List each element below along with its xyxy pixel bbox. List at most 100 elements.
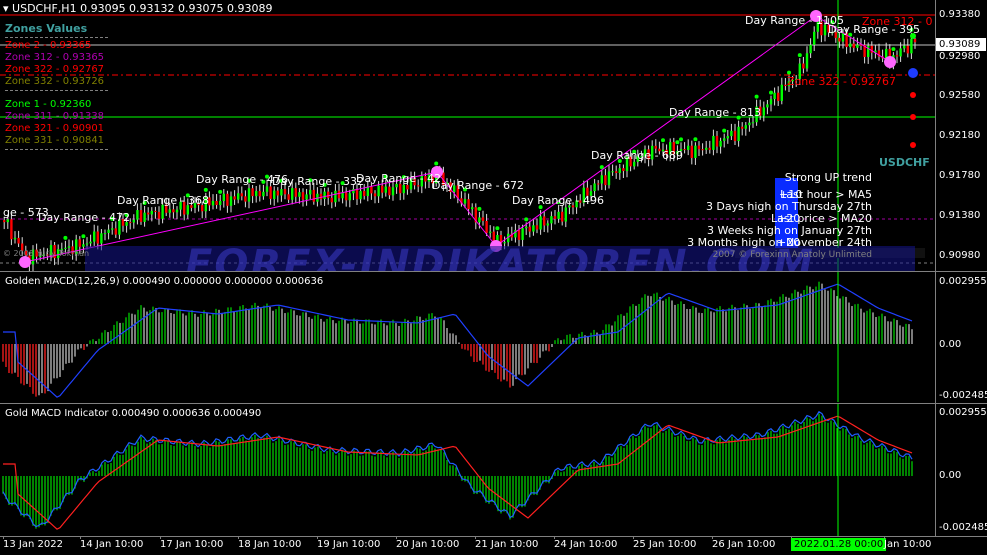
candle-body — [733, 130, 737, 142]
candle-body — [751, 122, 755, 124]
candle-body — [402, 184, 405, 194]
trend-dot — [797, 53, 802, 58]
price-axis[interactable] — [935, 0, 987, 536]
candle-body — [467, 199, 470, 210]
day-range-label: Day Range - 332 — [272, 175, 365, 188]
candle-body — [805, 53, 809, 69]
candle-body — [597, 183, 600, 185]
signal-dot-red-3 — [910, 142, 916, 148]
candle-body — [489, 231, 492, 233]
candle-body — [10, 219, 13, 240]
candle-body — [370, 186, 373, 194]
gold-macd-pane[interactable]: Gold MACD Indicator 0.000490 0.000636 0.… — [0, 404, 935, 536]
zone-value: Zone 321 - 0.90901 — [5, 123, 105, 134]
candle-body — [222, 193, 225, 201]
candle-body — [262, 191, 265, 197]
zone-value: Zone 312 - 0.93365 — [5, 52, 105, 63]
signal-dot-blue — [908, 68, 918, 78]
trend-dot — [434, 161, 439, 166]
candle-body — [773, 92, 776, 100]
candle-body — [273, 190, 276, 199]
time-label: 14 Jan 10:00 — [80, 539, 144, 550]
candle-body — [780, 84, 783, 101]
trend-dot — [679, 137, 683, 142]
price-tick: 0.93380 — [939, 9, 981, 20]
price-chart-pane[interactable]: FOREX-INDIKATOREN.COM ▾ USDCHF,H1 0.9309… — [0, 0, 935, 284]
trend-dot — [203, 187, 208, 192]
candle-body — [478, 217, 481, 223]
gold-macd-header: Gold MACD Indicator 0.000490 0.000636 0.… — [5, 408, 262, 419]
candle-body — [139, 210, 143, 222]
candle-body — [913, 38, 917, 43]
candle-body — [611, 171, 614, 173]
macd-signal-line — [3, 415, 913, 530]
candle-body — [607, 171, 611, 186]
golden-macd-pane[interactable]: Golden MACD(12,26,9) 0.000490 0.000000 0… — [0, 272, 935, 402]
candle-body — [96, 231, 99, 244]
candle-body — [3, 220, 6, 223]
day-range-label: Day Range - 472 — [38, 211, 131, 224]
trend-dot — [63, 235, 68, 240]
chart-header: ▾ USDCHF,H1 0.93095 0.93132 0.93075 0.93… — [3, 2, 273, 15]
candle-body — [172, 209, 175, 213]
candle-body — [809, 44, 812, 54]
candle-body — [78, 239, 81, 247]
candle-body — [593, 183, 596, 192]
candle-body — [543, 216, 546, 226]
day-range-label: Day Range - 496 — [512, 194, 605, 207]
candle-body — [525, 226, 528, 229]
candle-body — [802, 63, 805, 69]
candle-body — [381, 185, 384, 193]
candle-body — [85, 243, 89, 245]
candle-body — [334, 190, 337, 203]
candle-body — [211, 200, 215, 206]
time-label: 17 Jan 10:00 — [160, 539, 224, 550]
candle-body — [553, 216, 557, 219]
candle-body — [719, 140, 722, 147]
candle-body — [838, 37, 841, 42]
candle-body — [485, 220, 488, 233]
candle-body — [283, 189, 287, 195]
candle-body — [323, 191, 326, 200]
time-axis-border — [0, 536, 987, 537]
candle-body — [132, 219, 135, 223]
candle-body — [337, 190, 341, 199]
info-symbol: USDCHF — [879, 156, 930, 169]
candle-body — [6, 219, 9, 223]
candle-body — [107, 229, 110, 234]
candle-body — [168, 209, 171, 213]
trend-dot — [787, 70, 791, 75]
candle-body — [539, 216, 542, 230]
candle-body — [89, 241, 92, 244]
trend-dot — [891, 47, 896, 52]
candle-body — [769, 99, 773, 105]
candle-body — [345, 192, 348, 201]
candle-body — [910, 38, 913, 54]
candle-body — [694, 145, 697, 158]
candle-body — [265, 186, 269, 192]
info-arrow-label-1: +10 — [779, 188, 803, 201]
day-range-label: Day Range - 368 — [117, 194, 210, 207]
signal-dot-red-1 — [910, 92, 916, 98]
candle-body — [309, 189, 312, 195]
candle-body — [229, 196, 233, 206]
candle-body — [237, 193, 240, 200]
candle-body — [532, 225, 535, 232]
candle-body — [417, 185, 420, 187]
candle-body — [528, 226, 531, 232]
day-range-label: Day Range - 813 — [669, 106, 762, 119]
info-arrow-label-2: +20 — [777, 212, 801, 225]
candle-body — [550, 216, 553, 224]
zones-panel: Zones Values Zone 2 - 0.93365 Zone 312 - … — [5, 22, 108, 152]
candle-body — [215, 200, 218, 205]
candle-body — [741, 126, 744, 129]
candle-body — [813, 31, 816, 45]
candle-body — [111, 228, 114, 230]
chart-menu-icon[interactable]: ▾ — [3, 2, 12, 15]
candle-body — [244, 196, 247, 202]
candle-body — [359, 190, 362, 200]
candle-body — [856, 44, 859, 48]
zone-value: Zone 332 - 0.93726 — [5, 76, 105, 87]
candle-body — [330, 197, 333, 203]
candle-body — [136, 210, 139, 220]
